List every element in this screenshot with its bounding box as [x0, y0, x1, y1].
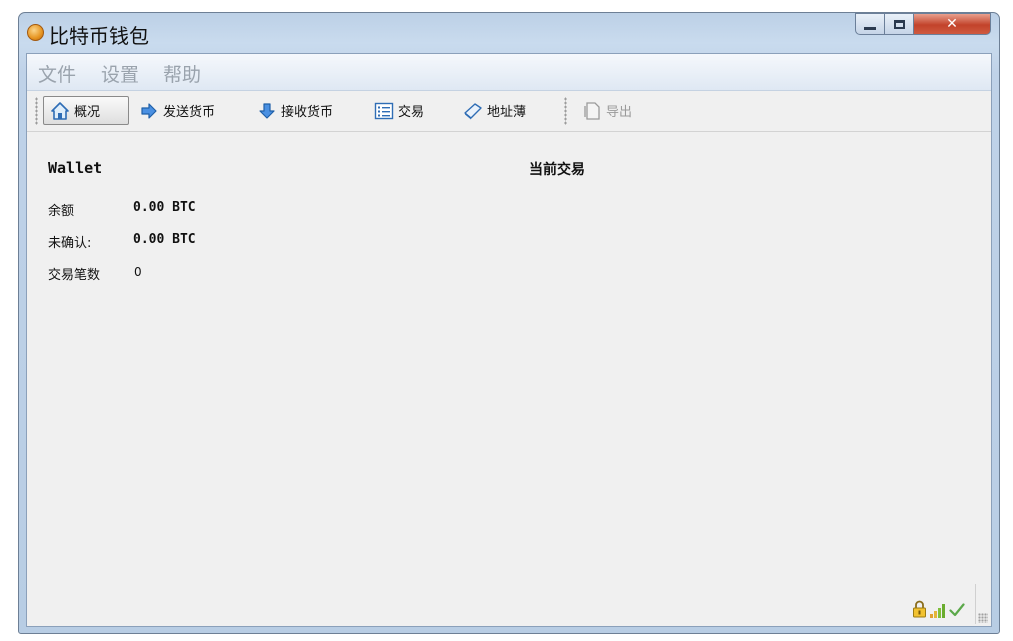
- menu-file[interactable]: 文件: [38, 60, 76, 87]
- bitcoin-app-icon: [27, 24, 44, 41]
- transactions-label: 交易: [398, 105, 425, 120]
- list-icon: [374, 102, 394, 119]
- overview-button[interactable]: 概况: [43, 96, 129, 125]
- document-icon: [584, 101, 600, 120]
- overview-label: 概况: [74, 105, 101, 120]
- resize-grip[interactable]: [978, 613, 988, 623]
- status-indicators: [912, 600, 965, 618]
- address-book-label: 地址薄: [487, 105, 527, 120]
- title-bar[interactable]: 比特币钱包 ✕: [19, 13, 999, 51]
- send-coins-label: 发送货币: [163, 105, 216, 120]
- app-window: 比特币钱包 ✕ 文件 设置 帮助 概况 发送货币 接收货币 交易 地址薄 导出 …: [18, 12, 1000, 634]
- unconfirmed-label: 未确认:: [48, 236, 92, 251]
- window-title: 比特币钱包: [49, 24, 149, 48]
- menu-settings[interactable]: 设置: [101, 60, 139, 87]
- transaction-count-value: 0: [134, 265, 142, 279]
- lock-icon[interactable]: [912, 600, 927, 618]
- menu-help[interactable]: 帮助: [163, 60, 201, 87]
- close-button[interactable]: ✕: [913, 13, 991, 35]
- transaction-count-label: 交易笔数: [48, 268, 101, 283]
- book-icon: [464, 102, 482, 119]
- toolbar: 概况 发送货币 接收货币 交易 地址薄 导出: [27, 91, 991, 132]
- balance-value: 0.00 BTC: [133, 200, 196, 215]
- recent-transactions-heading: 当前交易: [529, 162, 585, 178]
- close-icon: ✕: [946, 16, 958, 32]
- receive-coins-label: 接收货币: [281, 105, 334, 120]
- minimize-icon: [864, 26, 876, 30]
- receive-coins-button[interactable]: 接收货币: [251, 96, 361, 125]
- overview-page: Wallet 余额 0.00 BTC 未确认: 0.00 BTC 交易笔数 0 …: [27, 132, 991, 626]
- balance-label: 余额: [48, 204, 75, 219]
- signal-bars-icon[interactable]: [929, 602, 947, 618]
- wallet-heading: Wallet: [48, 159, 103, 177]
- status-divider: [975, 584, 976, 624]
- transactions-button[interactable]: 交易: [368, 96, 442, 125]
- minimize-button[interactable]: [855, 13, 885, 35]
- arrow-right-icon: [141, 102, 157, 119]
- client-area: 文件 设置 帮助 概况 发送货币 接收货币 交易 地址薄 导出 Wallet 余…: [26, 53, 992, 627]
- arrow-down-icon: [259, 102, 275, 119]
- sync-check-icon[interactable]: [949, 602, 965, 618]
- export-label: 导出: [606, 105, 633, 120]
- export-button[interactable]: 导出: [576, 96, 648, 125]
- toolbar-grip[interactable]: [35, 97, 38, 125]
- maximize-icon: [893, 19, 905, 29]
- send-coins-button[interactable]: 发送货币: [133, 96, 241, 125]
- home-icon: [51, 101, 69, 120]
- address-book-button[interactable]: 地址薄: [457, 96, 549, 125]
- maximize-button[interactable]: [884, 13, 914, 35]
- menu-bar: 文件 设置 帮助: [27, 54, 991, 91]
- unconfirmed-value: 0.00 BTC: [133, 232, 196, 247]
- toolbar-grip-2[interactable]: [564, 97, 567, 125]
